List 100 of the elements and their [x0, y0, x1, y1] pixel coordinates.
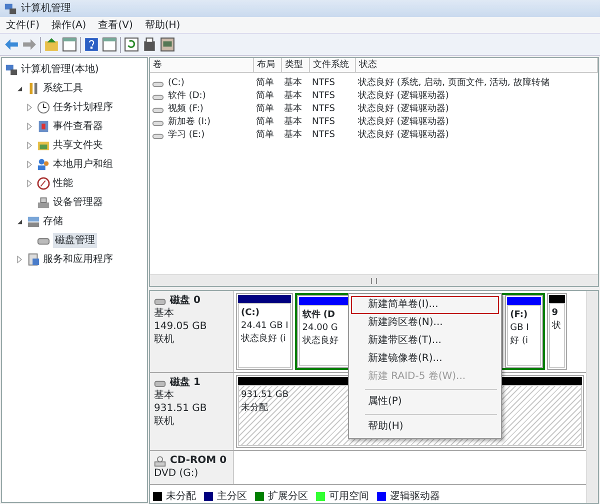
collapsed-arrow-icon[interactable]: [25, 141, 34, 150]
partition-info: 好 (i: [510, 335, 528, 348]
menu-item[interactable]: 新建带区卷(T)...: [351, 332, 499, 350]
partition-label: (F:): [510, 309, 528, 322]
pane-icon[interactable]: [102, 37, 117, 52]
export-icon[interactable]: [160, 37, 175, 52]
users-icon: [37, 158, 50, 171]
menu-item[interactable]: 属性(P): [351, 393, 499, 411]
table-cell-text: 状态良好 (逻辑驱动器): [357, 90, 450, 103]
legend-label: 逻辑驱动器: [390, 490, 440, 504]
forward-icon[interactable]: [22, 37, 37, 52]
disk-info: 联机: [154, 333, 175, 346]
storage-icon: [27, 215, 40, 228]
partition-info: GB I: [510, 322, 529, 335]
scroll-grip-icon: [371, 278, 377, 284]
partition-info: 状态良好: [302, 335, 338, 348]
log-icon: [37, 120, 50, 133]
partition-info: 未分配: [241, 402, 268, 415]
partition-label: 9: [552, 307, 558, 320]
refresh-icon[interactable]: [124, 37, 139, 52]
menu-item[interactable]: 文件(F): [0, 16, 46, 34]
table-cell: 新加卷 (I:): [168, 116, 211, 129]
table-cell-text: 基本: [283, 77, 303, 90]
tree-item[interactable]: 共享文件夹: [53, 138, 103, 153]
partition-info: 24.41 GB I: [241, 320, 288, 333]
back-icon[interactable]: [4, 37, 19, 52]
table-cell-text: 简单: [255, 103, 275, 116]
table-cell-text: 简单: [255, 77, 275, 90]
table-cell-text: 状态良好 (系统, 启动, 页面文件, 活动, 故障转储: [357, 77, 550, 90]
menu-item[interactable]: 操作(A): [46, 16, 92, 34]
tree-item[interactable]: 设备管理器: [53, 195, 103, 210]
table-cell-text: 简单: [255, 90, 275, 103]
tree-item[interactable]: 任务计划程序: [53, 100, 113, 115]
table-cell-text: NTFS: [311, 103, 336, 116]
tree-item[interactable]: 磁盘管理: [53, 233, 97, 248]
folder-up-icon[interactable]: [44, 37, 59, 52]
tree-item[interactable]: 本地用户和组: [53, 157, 113, 172]
properties-icon[interactable]: [142, 37, 157, 52]
column-header[interactable]: 类型: [282, 58, 310, 72]
tree-item[interactable]: 存储: [43, 214, 63, 229]
column-header[interactable]: 状态: [356, 58, 598, 72]
expanded-arrow-icon[interactable]: [15, 217, 24, 226]
legend-label: 可用空间: [329, 490, 369, 504]
column-header[interactable]: 布局: [254, 58, 282, 72]
tree-item[interactable]: 性能: [53, 176, 73, 191]
table-cell-text: 基本: [283, 103, 303, 116]
expanded-arrow-icon[interactable]: [15, 84, 24, 93]
disk-name: 磁盘 0: [170, 294, 200, 307]
partition-info: 状态良好 (i: [241, 333, 286, 346]
disk-info: 149.05 GB: [154, 320, 208, 333]
table-cell: 视频 (F:): [168, 103, 204, 116]
partition[interactable]: 9 状: [546, 293, 568, 370]
partition[interactable]: (F:) GB I 好 (i: [505, 295, 543, 368]
menu-item[interactable]: 新建镜像卷(R)...: [351, 350, 499, 368]
gauge-icon: [37, 177, 50, 190]
table-cell-text: 基本: [283, 116, 303, 129]
computer-icon: [4, 2, 17, 15]
table-cell-text: NTFS: [311, 116, 336, 129]
table-cell-text: 简单: [255, 129, 275, 142]
legend-label: 未分配: [166, 490, 196, 504]
table-cell-text: 状态良好 (逻辑驱动器): [357, 116, 450, 129]
menu-item[interactable]: 新建跨区卷(N)...: [351, 314, 499, 332]
table-cell-text: NTFS: [311, 90, 336, 103]
tree-item[interactable]: 系统工具: [43, 81, 83, 96]
disk-info: 基本: [154, 389, 175, 402]
table-cell-text: 状态良好 (逻辑驱动器): [357, 103, 450, 116]
disk-name: CD-ROM 0: [170, 454, 227, 467]
column-header[interactable]: 文件系统: [310, 58, 356, 72]
tree-item[interactable]: 事件查看器: [53, 119, 103, 134]
collapsed-arrow-icon[interactable]: [25, 160, 34, 169]
help-icon[interactable]: [84, 37, 99, 52]
collapsed-arrow-icon[interactable]: [25, 103, 34, 112]
window-title: 计算机管理: [21, 2, 71, 16]
partition-info: 状: [552, 320, 561, 333]
collapsed-arrow-icon[interactable]: [15, 255, 24, 264]
clock-icon: [37, 101, 50, 114]
table-cell-text: NTFS: [311, 129, 336, 142]
menu-item[interactable]: 查看(V): [92, 16, 139, 34]
partition[interactable]: (C:) 24.41 GB I 状态良好 (i: [236, 293, 294, 370]
disk-info: DVD (G:): [154, 467, 200, 480]
collapsed-arrow-icon[interactable]: [25, 179, 34, 188]
folder-icon: [37, 139, 50, 152]
table-cell: 软件 (D:): [168, 90, 206, 103]
tree-item[interactable]: 计算机管理(本地): [21, 62, 99, 77]
horizontal-scrollbar[interactable]: [150, 274, 598, 286]
table-cell-text: NTFS: [311, 77, 336, 90]
collapsed-arrow-icon[interactable]: [25, 122, 34, 131]
tools-icon: [27, 82, 40, 95]
disk-info: 931.51 GB: [154, 402, 208, 415]
tree-item[interactable]: 服务和应用程序: [43, 252, 113, 267]
partition-label: 931.51 GB: [241, 389, 289, 402]
menu-item[interactable]: 帮助(H): [138, 16, 186, 34]
pane-icon[interactable]: [62, 37, 77, 52]
menu-item[interactable]: 新建简单卷(I)...: [351, 296, 499, 314]
disk-info: 联机: [154, 415, 175, 428]
device-icon: [37, 196, 50, 209]
column-header[interactable]: 卷: [150, 58, 254, 72]
cd-drive-icon: [154, 454, 166, 466]
vertical-scrollbar[interactable]: [586, 291, 598, 503]
menu-item[interactable]: 帮助(H): [351, 418, 499, 436]
